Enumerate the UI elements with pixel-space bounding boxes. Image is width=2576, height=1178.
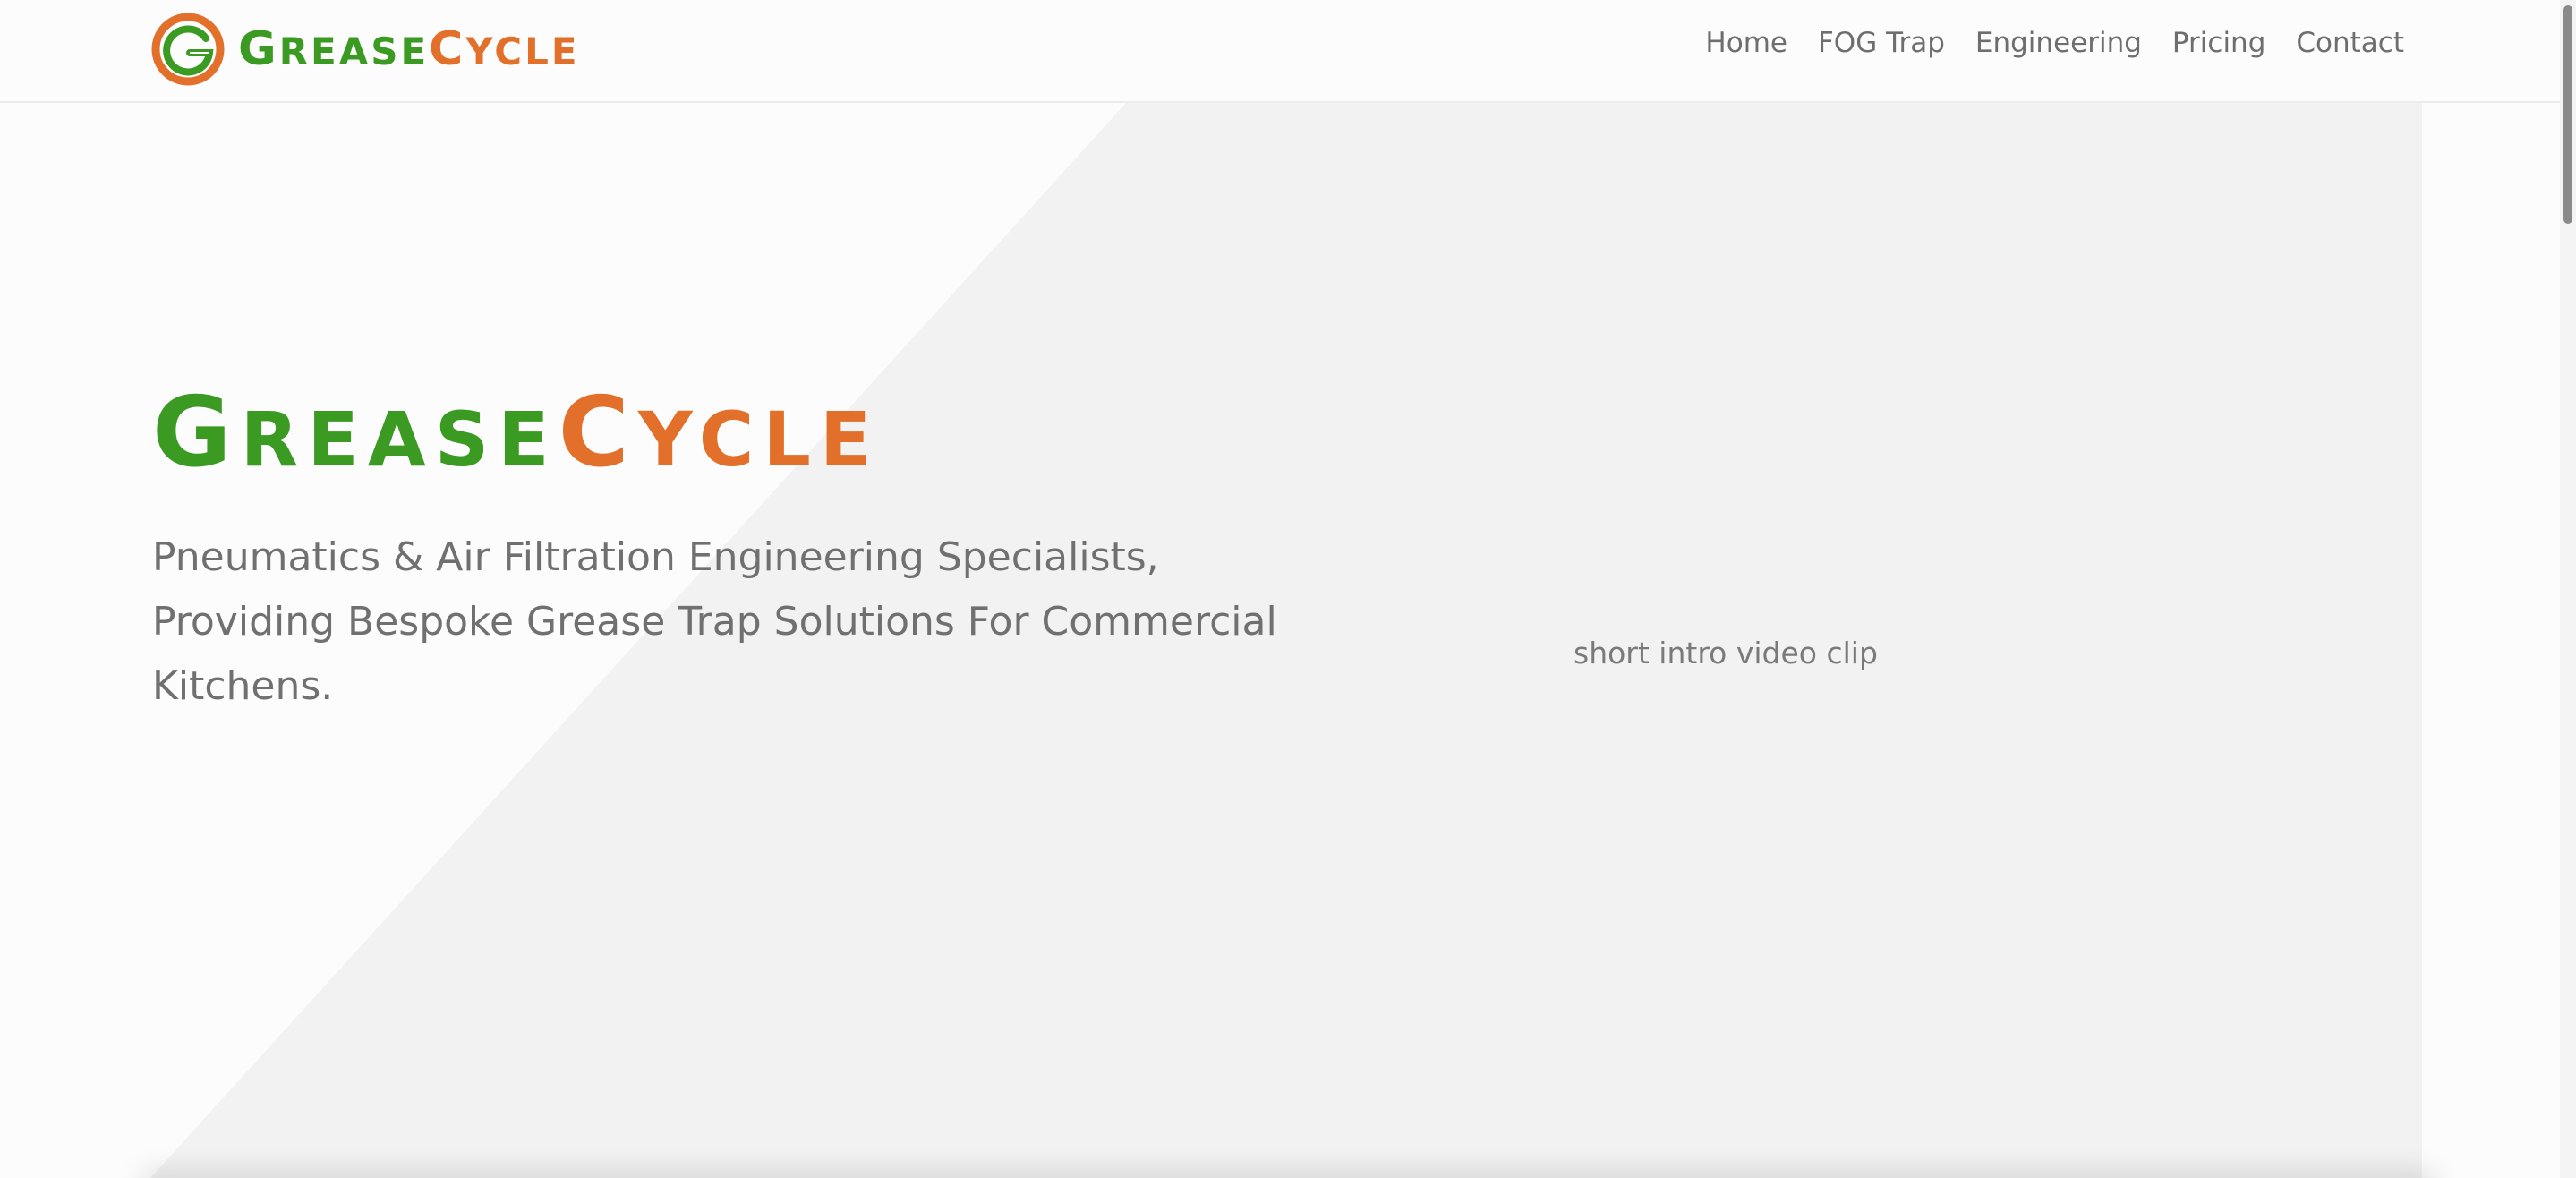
logo-wordmark: GREASECYCLE bbox=[238, 26, 580, 73]
logo-word-1-rest: REASE bbox=[278, 30, 430, 73]
site-logo[interactable]: GREASECYCLE bbox=[150, 11, 580, 88]
logo-word-2-rest: YCLE bbox=[465, 30, 580, 73]
hero-title-word-2-rest: YCLE bbox=[637, 396, 881, 483]
hero-title-word-1-rest: REASE bbox=[240, 396, 559, 483]
site-header: GREASECYCLE Home FOG Trap Engineering Pr… bbox=[0, 0, 2560, 103]
nav-contact[interactable]: Contact bbox=[2296, 27, 2404, 59]
scrollbar-thumb[interactable] bbox=[2563, 5, 2572, 224]
hero-section: GREASECYCLE Pneumatics & Air Filtration … bbox=[0, 103, 2560, 1178]
greasecycle-logo-icon bbox=[151, 13, 225, 86]
nav-pricing[interactable]: Pricing bbox=[2172, 27, 2266, 59]
hero-title: GREASECYCLE bbox=[152, 385, 880, 482]
page-scrollbar[interactable] bbox=[2560, 0, 2576, 1178]
hero-title-word-1-initial: G bbox=[152, 377, 241, 489]
logo-word-2-initial: C bbox=[429, 22, 466, 76]
nav-fog-trap[interactable]: FOG Trap bbox=[1818, 27, 1945, 59]
hero-title-word-2-initial: C bbox=[558, 377, 638, 489]
main-nav: Home FOG Trap Engineering Pricing Contac… bbox=[1675, 27, 2404, 59]
nav-engineering[interactable]: Engineering bbox=[1975, 27, 2142, 59]
logo-word-1-initial: G bbox=[238, 22, 279, 76]
intro-video-placeholder[interactable]: short intro video clip bbox=[1574, 636, 1878, 670]
nav-home[interactable]: Home bbox=[1705, 27, 1787, 59]
hero-subtitle: Pneumatics & Air Filtration Engineering … bbox=[152, 534, 1277, 709]
page: GREASECYCLE Home FOG Trap Engineering Pr… bbox=[0, 0, 2576, 1178]
